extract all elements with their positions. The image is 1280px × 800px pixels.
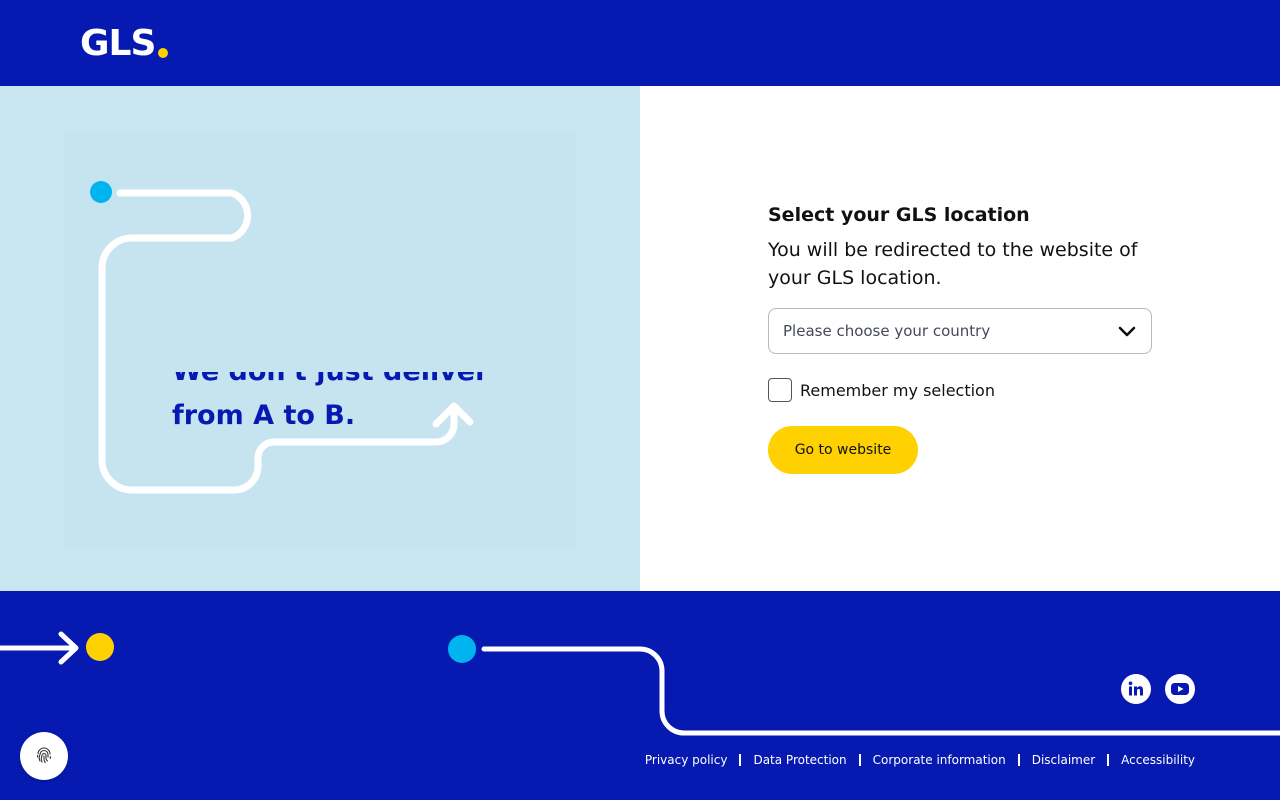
fingerprint-icon [36, 747, 51, 764]
hero-dot [90, 181, 112, 203]
footer-link-privacy-policy[interactable]: Privacy policy [645, 753, 728, 767]
hero-illustration: We don't just deliver from A to B. [0, 86, 640, 591]
country-select-placeholder: Please choose your country [783, 322, 991, 340]
remember-selection-label[interactable]: Remember my selection [800, 381, 995, 400]
headline-line1-clipped: We don't just deliver [172, 372, 532, 394]
go-to-website-button[interactable]: Go to website [768, 426, 918, 474]
footer-link-separator [1017, 754, 1020, 766]
footer-blue-dot [448, 635, 476, 663]
footer-link-separator [858, 754, 861, 766]
footer-link-data-protection[interactable]: Data Protection [753, 753, 846, 767]
site-header: GLS [0, 0, 1280, 86]
logo-dot [158, 48, 169, 58]
footer-links: Privacy policy Data Protection Corporate… [645, 753, 1195, 767]
headline-line2: from A to B. [172, 400, 356, 431]
footer-link-separator [1107, 754, 1110, 766]
logo-text: GLS [80, 23, 156, 64]
location-title: Select your GLS location [768, 204, 1030, 226]
remember-selection-row: Remember my selection [768, 378, 995, 402]
privacy-settings-button[interactable] [20, 732, 68, 780]
location-subtitle: You will be redirected to the website of… [768, 239, 1138, 289]
footer-link-accessibility[interactable]: Accessibility [1121, 753, 1195, 767]
youtube-icon[interactable] [1165, 674, 1195, 704]
linkedin-icon[interactable] [1121, 674, 1151, 704]
footer-route-line [0, 631, 1280, 736]
hero-route-line [64, 132, 576, 546]
remember-selection-checkbox[interactable] [768, 378, 792, 402]
footer-yellow-dot [86, 633, 114, 661]
hero-headline: We don't just deliver from A to B. [172, 372, 532, 438]
chevron-down-icon [1118, 326, 1136, 337]
footer-link-disclaimer[interactable]: Disclaimer [1032, 753, 1095, 767]
gls-logo[interactable]: GLS [80, 23, 169, 64]
footer-link-corporate-information[interactable]: Corporate information [873, 753, 1006, 767]
site-footer: Privacy policy Data Protection Corporate… [0, 591, 1280, 800]
country-select[interactable]: Please choose your country [768, 308, 1152, 354]
footer-link-separator [739, 754, 742, 766]
